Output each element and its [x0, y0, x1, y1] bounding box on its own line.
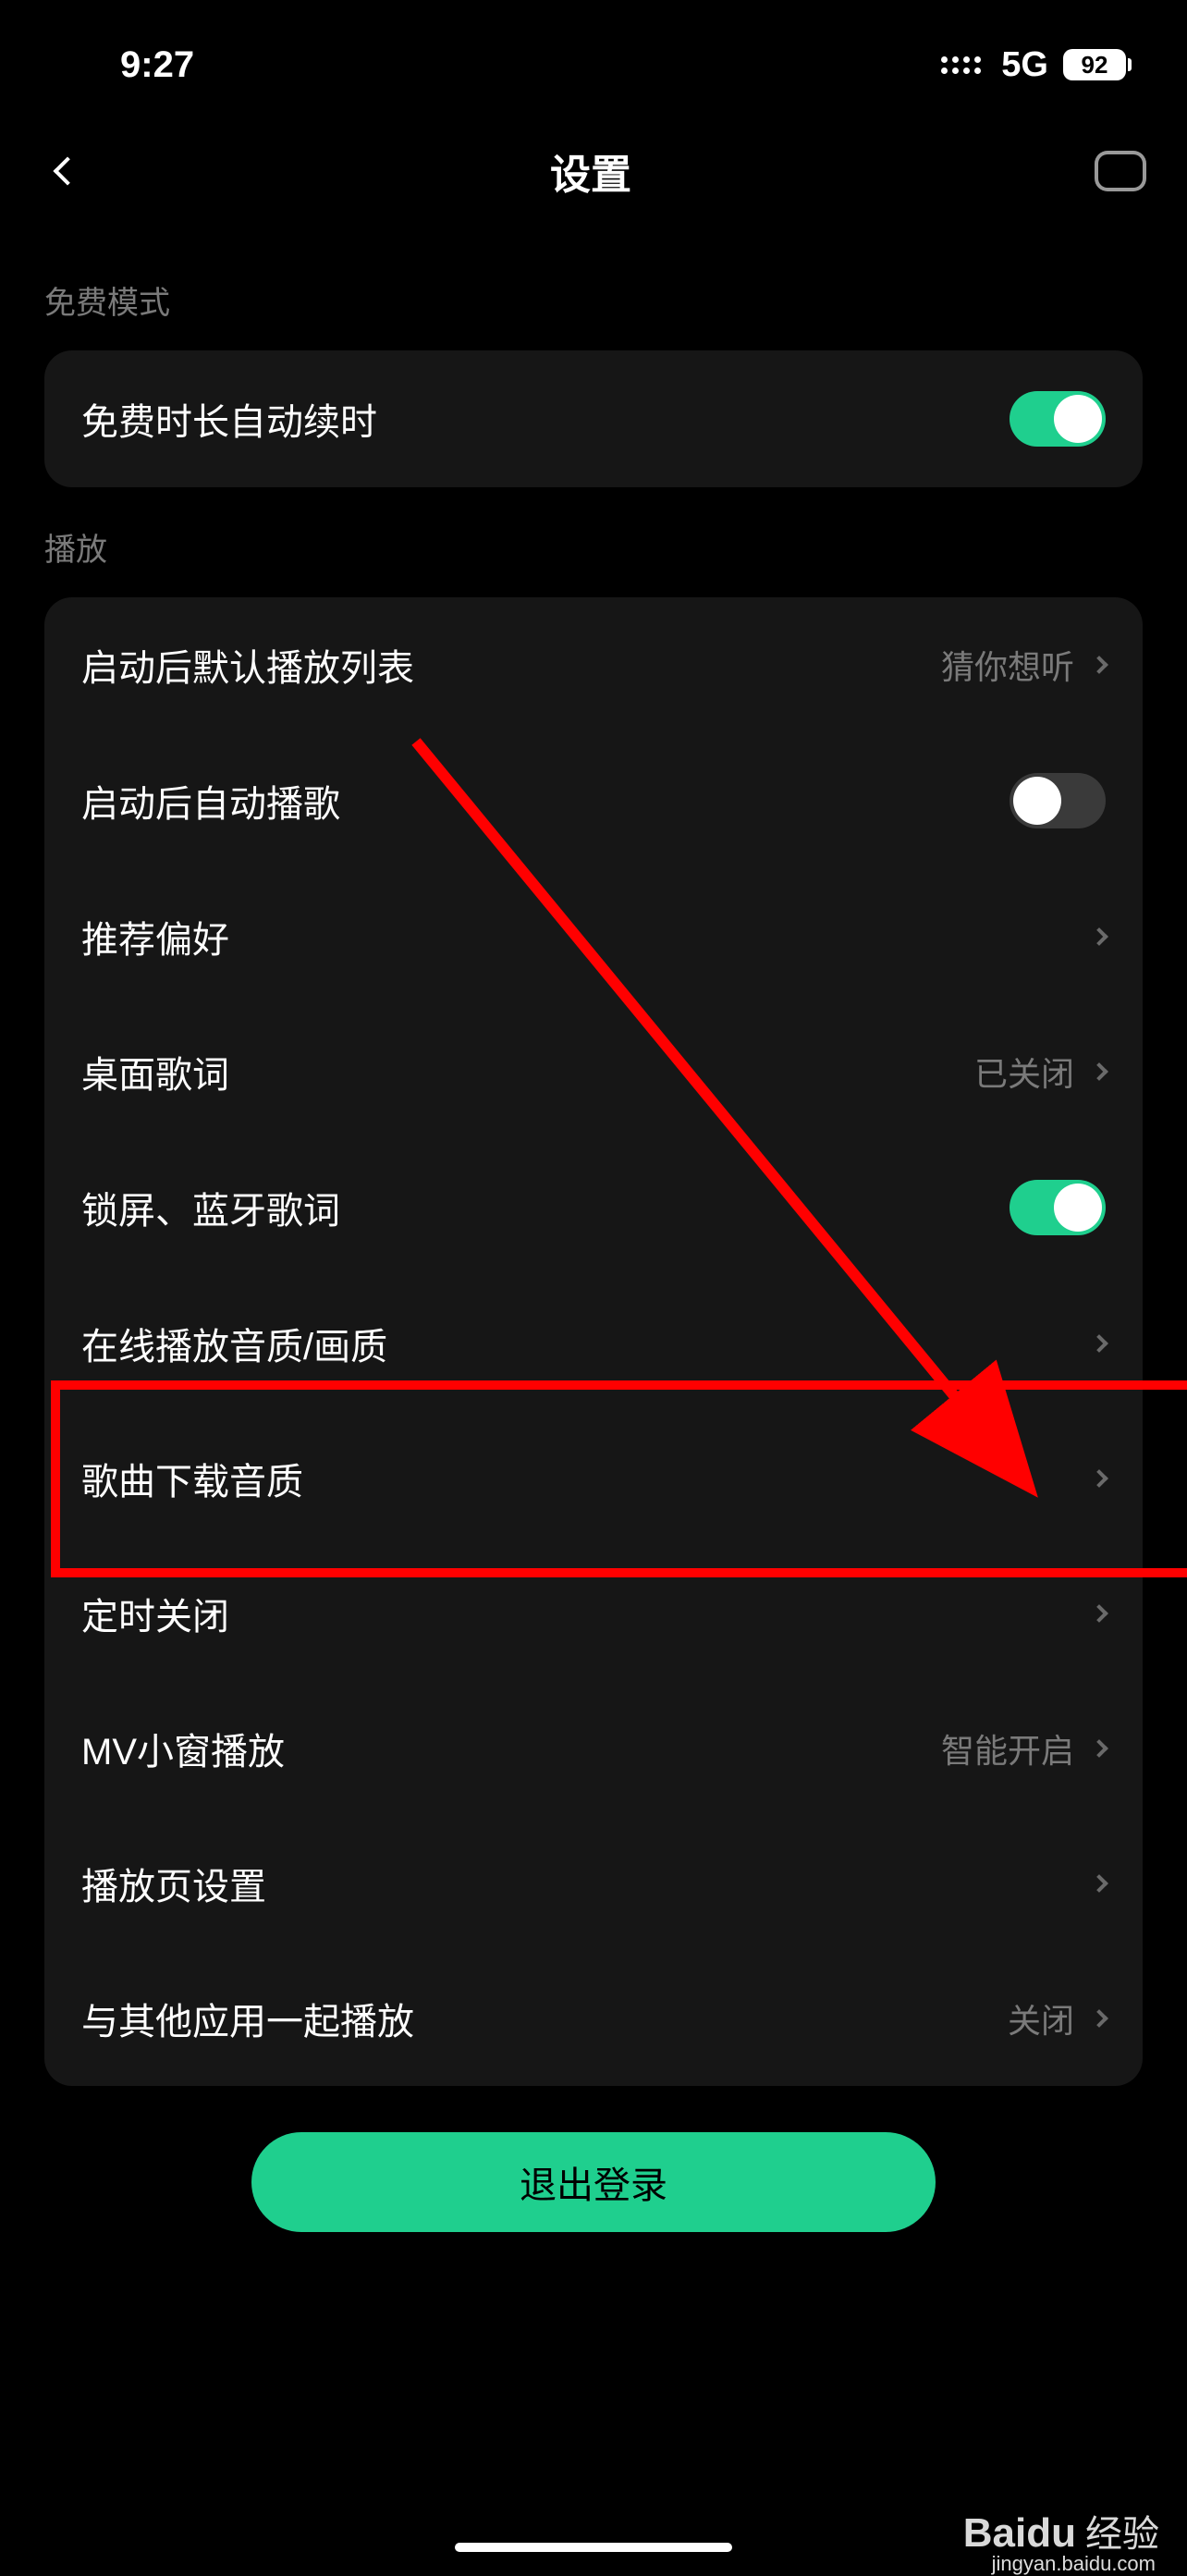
toggle-auto-renew[interactable] — [1010, 391, 1106, 447]
row-label: MV小窗播放 — [81, 1722, 285, 1775]
section-title-free: 免费模式 — [44, 240, 1143, 350]
watermark-brand: Baidu — [963, 2510, 1076, 2557]
header: 设置 — [0, 120, 1187, 240]
logout-button[interactable]: 退出登录 — [251, 2132, 936, 2232]
battery-level: 92 — [1063, 49, 1126, 80]
section-title-playback: 播放 — [44, 487, 1143, 597]
content: 免费模式 免费时长自动续时 播放 启动后默认播放列表 猜你想听 启动后自动播歌 … — [0, 240, 1187, 2278]
chevron-right-icon — [1090, 1739, 1108, 1758]
chevron-right-icon — [1090, 1874, 1108, 1893]
card-playback: 启动后默认播放列表 猜你想听 启动后自动播歌 推荐偏好 桌面歌词 已关闭 锁屏、… — [44, 597, 1143, 2086]
chevron-right-icon — [1090, 1334, 1108, 1353]
chevron-right-icon — [1090, 656, 1108, 674]
row-label: 定时关闭 — [81, 1587, 229, 1640]
row-label: 播放页设置 — [81, 1857, 266, 1910]
row-download-quality[interactable]: 歌曲下载音质 — [44, 1411, 1143, 1546]
logout-wrap: 退出登录 — [44, 2086, 1143, 2278]
home-indicator[interactable] — [455, 2543, 732, 2552]
row-label: 桌面歌词 — [81, 1045, 229, 1098]
chevron-right-icon — [1090, 1062, 1108, 1081]
row-value: 智能开启 — [941, 1724, 1074, 1773]
scan-button[interactable] — [1091, 148, 1143, 194]
row-label: 启动后自动播歌 — [81, 774, 340, 828]
network-label: 5G — [1001, 45, 1048, 85]
row-label: 推荐偏好 — [81, 910, 229, 963]
chevron-right-icon — [1090, 1604, 1108, 1623]
row-label: 与其他应用一起播放 — [81, 1992, 414, 2045]
watermark: Baidu 经验 — [963, 2504, 1159, 2558]
row-lock-bluetooth-lyrics[interactable]: 锁屏、蓝牙歌词 — [44, 1139, 1143, 1276]
row-desktop-lyrics[interactable]: 桌面歌词 已关闭 — [44, 1004, 1143, 1139]
row-mv-pip[interactable]: MV小窗播放 智能开启 — [44, 1681, 1143, 1816]
status-time: 9:27 — [120, 44, 194, 86]
chevron-right-icon — [1090, 1469, 1108, 1488]
watermark-url: jingyan.baidu.com — [992, 2552, 1156, 2576]
back-button[interactable] — [44, 148, 91, 194]
row-play-with-other[interactable]: 与其他应用一起播放 关闭 — [44, 1951, 1143, 2086]
row-label: 启动后默认播放列表 — [81, 638, 414, 692]
row-label: 歌曲下载音质 — [81, 1452, 303, 1505]
chevron-right-icon — [1090, 927, 1108, 946]
status-bar: 9:27 5G 92 — [0, 0, 1187, 120]
toggle-auto-play[interactable] — [1010, 773, 1106, 828]
row-auto-renew[interactable]: 免费时长自动续时 — [44, 350, 1143, 487]
row-preference[interactable]: 推荐偏好 — [44, 869, 1143, 1004]
card-free: 免费时长自动续时 — [44, 350, 1143, 487]
row-label: 免费时长自动续时 — [81, 392, 377, 446]
row-value: 猜你想听 — [941, 641, 1074, 689]
chevron-left-icon — [53, 156, 81, 185]
row-value: 已关闭 — [974, 1048, 1074, 1096]
page-title: 设置 — [550, 141, 631, 201]
signal-icon — [941, 56, 981, 74]
row-auto-play[interactable]: 启动后自动播歌 — [44, 732, 1143, 869]
row-label: 在线播放音质/画质 — [81, 1317, 387, 1370]
row-label: 锁屏、蓝牙歌词 — [81, 1181, 340, 1234]
row-default-playlist[interactable]: 启动后默认播放列表 猜你想听 — [44, 597, 1143, 732]
row-player-settings[interactable]: 播放页设置 — [44, 1816, 1143, 1951]
chevron-right-icon — [1090, 2009, 1108, 2028]
battery-icon: 92 — [1063, 49, 1132, 80]
status-right: 5G 92 — [941, 45, 1132, 85]
row-value: 关闭 — [1008, 1994, 1074, 2042]
toggle-lock-bt-lyrics[interactable] — [1010, 1180, 1106, 1235]
scan-icon — [1095, 151, 1139, 191]
row-sleep-timer[interactable]: 定时关闭 — [44, 1546, 1143, 1681]
row-online-quality[interactable]: 在线播放音质/画质 — [44, 1276, 1143, 1411]
watermark-text: 经验 — [1085, 2504, 1159, 2558]
